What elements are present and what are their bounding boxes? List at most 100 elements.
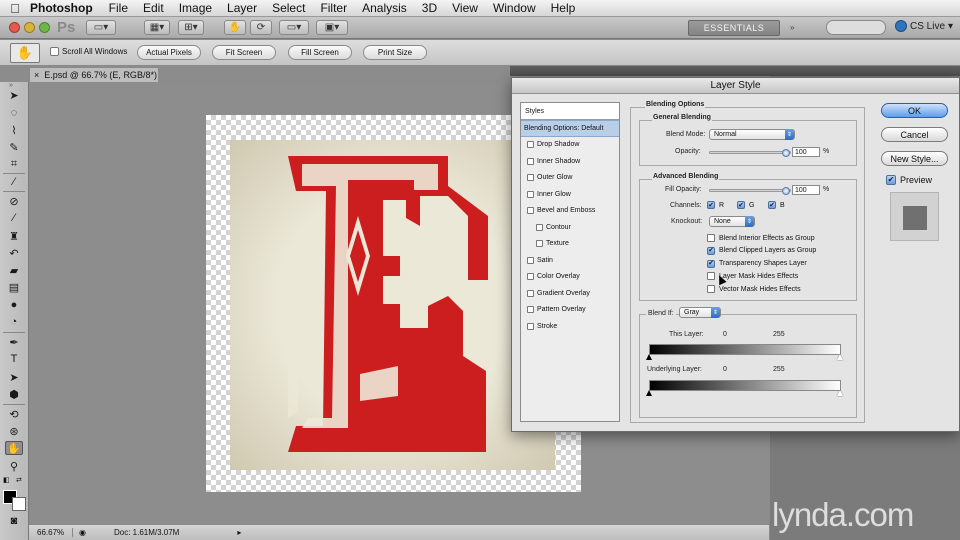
opacity-slider[interactable]	[709, 151, 791, 154]
lasso-tool-icon[interactable]: ⌇	[5, 123, 23, 137]
search-field[interactable]	[826, 20, 886, 35]
apple-icon[interactable]: 	[0, 1, 30, 16]
style-item-satin[interactable]: Satin	[521, 252, 619, 269]
style-item-color-overlay[interactable]: Color Overlay	[521, 269, 619, 286]
style-item-pattern-overlay[interactable]: Pattern Overlay	[521, 302, 619, 319]
style-item-checkbox[interactable]	[527, 273, 534, 281]
option-vector-mask-hides-effects[interactable]: Vector Mask Hides Effects	[707, 285, 801, 294]
option-blend-interior-effects-as-group[interactable]: Blend Interior Effects as Group	[707, 234, 815, 242]
fill-opacity-slider-thumb[interactable]	[782, 187, 790, 195]
type-tool-icon[interactable]: T	[5, 352, 23, 366]
preview-checkbox[interactable]: ✔	[886, 175, 896, 185]
menu-layer[interactable]: Layer	[227, 1, 257, 15]
workspace-switcher[interactable]: ESSENTIALS	[688, 20, 780, 36]
brush-tool-icon[interactable]: ⁄	[5, 211, 23, 225]
history-brush-tool-icon[interactable]: ↶	[5, 246, 23, 260]
style-item-checkbox[interactable]	[527, 256, 534, 264]
status-icon[interactable]: ◉	[79, 528, 86, 537]
pen-tool-icon[interactable]: ✒	[5, 335, 23, 349]
fill-opacity-slider[interactable]	[709, 189, 791, 192]
menu-analysis[interactable]: Analysis	[362, 1, 407, 15]
style-item-drop-shadow[interactable]: Drop Shadow	[521, 137, 619, 154]
healing-brush-tool-icon[interactable]: ⊘	[5, 194, 23, 208]
quick-mask-icon[interactable]: ◙	[5, 514, 23, 528]
menu-file[interactable]: File	[109, 1, 128, 15]
style-item-checkbox[interactable]	[536, 223, 543, 231]
fill-opacity-field[interactable]: 100	[792, 185, 820, 195]
screen-mode-icon[interactable]: ▣▾	[316, 20, 348, 35]
menu-3d[interactable]: 3D	[422, 1, 437, 15]
menu-help[interactable]: Help	[551, 1, 576, 15]
marquee-tool-icon[interactable]: ◌	[5, 106, 23, 120]
workspace-more-icon[interactable]: »	[790, 23, 794, 32]
style-item-gradient-overlay[interactable]: Gradient Overlay	[521, 285, 619, 302]
style-item-checkbox[interactable]	[527, 157, 534, 165]
document-tab[interactable]: × E.psd @ 66.7% (E, RGB/8*)	[29, 67, 159, 82]
style-item-inner-glow[interactable]: Inner Glow	[521, 186, 619, 203]
blend-if-select[interactable]: Gray ⇕	[679, 307, 721, 318]
gradient-tool-icon[interactable]: ▤	[5, 280, 23, 294]
cs-live-button[interactable]: CS Live ▾	[895, 20, 953, 32]
channel-g-checkbox[interactable]: ✔	[737, 201, 745, 209]
3d-rotate-tool-icon[interactable]: ⟲	[5, 407, 23, 421]
3d-orbit-tool-icon[interactable]: ⊛	[5, 424, 23, 438]
fill-screen-button[interactable]: Fill Screen	[288, 45, 352, 60]
view-extras-icon[interactable]: ▦▾	[144, 20, 170, 35]
option-checkbox[interactable]	[707, 285, 715, 294]
shape-tool-icon[interactable]: ⬢	[5, 387, 23, 401]
knockout-select[interactable]: None ⇕	[709, 216, 755, 227]
rotate-view-icon[interactable]: ⟳	[250, 20, 272, 35]
cancel-button[interactable]: Cancel	[881, 127, 948, 142]
minimize-window-button[interactable]	[24, 22, 35, 33]
option-transparency-shapes-layer[interactable]: ✔ Transparency Shapes Layer	[707, 259, 807, 268]
menu-filter[interactable]: Filter	[320, 1, 347, 15]
quick-selection-tool-icon[interactable]: ✎	[5, 140, 23, 154]
zoom-tool-icon[interactable]: ⚲	[5, 459, 23, 473]
scroll-all-windows-checkbox[interactable]	[50, 47, 59, 56]
path-selection-tool-icon[interactable]: ➤	[5, 370, 23, 384]
style-item-texture[interactable]: Texture	[521, 236, 619, 253]
launch-bridge-icon[interactable]: ▭▾	[86, 20, 116, 35]
app-menu[interactable]: Photoshop	[30, 1, 93, 15]
zoom-window-button[interactable]	[39, 22, 50, 33]
hand-tool-icon[interactable]: ✋	[224, 20, 246, 35]
this-layer-black-stop[interactable]	[646, 354, 652, 360]
style-item-stroke[interactable]: Stroke	[521, 318, 619, 335]
scroll-all-windows-option[interactable]: Scroll All Windows	[50, 47, 127, 56]
new-style-button[interactable]: New Style...	[881, 151, 948, 166]
style-item-blending-options-default[interactable]: Blending Options: Default	[521, 120, 619, 137]
style-item-outer-glow[interactable]: Outer Glow	[521, 170, 619, 187]
underlying-white-stop[interactable]	[837, 390, 843, 396]
hand-tool-icon[interactable]: ✋	[5, 441, 23, 455]
style-item-checkbox[interactable]	[527, 289, 534, 297]
crop-tool-icon[interactable]: ⌗	[5, 157, 23, 171]
status-menu-icon[interactable]: ▸	[237, 528, 241, 537]
style-item-checkbox[interactable]	[527, 207, 534, 215]
eraser-tool-icon[interactable]: ▰	[5, 263, 23, 277]
style-item-checkbox[interactable]	[527, 141, 534, 149]
option-checkbox[interactable]: ✔	[707, 259, 715, 268]
eyedropper-tool-icon[interactable]: ⁄	[5, 175, 23, 189]
close-window-button[interactable]	[9, 22, 20, 33]
clone-stamp-tool-icon[interactable]: ♜	[5, 229, 23, 243]
tool-preset-picker[interactable]: ✋	[10, 43, 40, 63]
move-tool-icon[interactable]: ➤	[5, 88, 23, 102]
arrange-documents-icon[interactable]: ▭▾	[279, 20, 309, 35]
option-blend-clipped-layers-as-group[interactable]: ✔ Blend Clipped Layers as Group	[707, 246, 816, 255]
option-checkbox[interactable]: ✔	[707, 246, 715, 255]
style-item-checkbox[interactable]	[527, 174, 534, 182]
channel-g[interactable]: ✔ G	[737, 201, 754, 209]
dodge-tool-icon[interactable]: ◔	[5, 315, 23, 329]
channel-b[interactable]: ✔ B	[768, 201, 785, 209]
styles-header[interactable]: Styles	[521, 103, 619, 120]
actual-pixels-button[interactable]: Actual Pixels	[137, 45, 201, 60]
default-colors-icon[interactable]: ◧	[3, 476, 10, 484]
blend-mode-select[interactable]: Normal ⇕	[709, 129, 795, 140]
style-item-checkbox[interactable]	[527, 322, 534, 330]
channel-r-checkbox[interactable]: ✔	[707, 201, 715, 209]
close-icon[interactable]: ×	[34, 70, 39, 80]
style-item-inner-shadow[interactable]: Inner Shadow	[521, 153, 619, 170]
print-size-button[interactable]: Print Size	[363, 45, 427, 60]
zoom-level-icon[interactable]: ⊞▾	[178, 20, 204, 35]
channel-b-checkbox[interactable]: ✔	[768, 201, 776, 209]
